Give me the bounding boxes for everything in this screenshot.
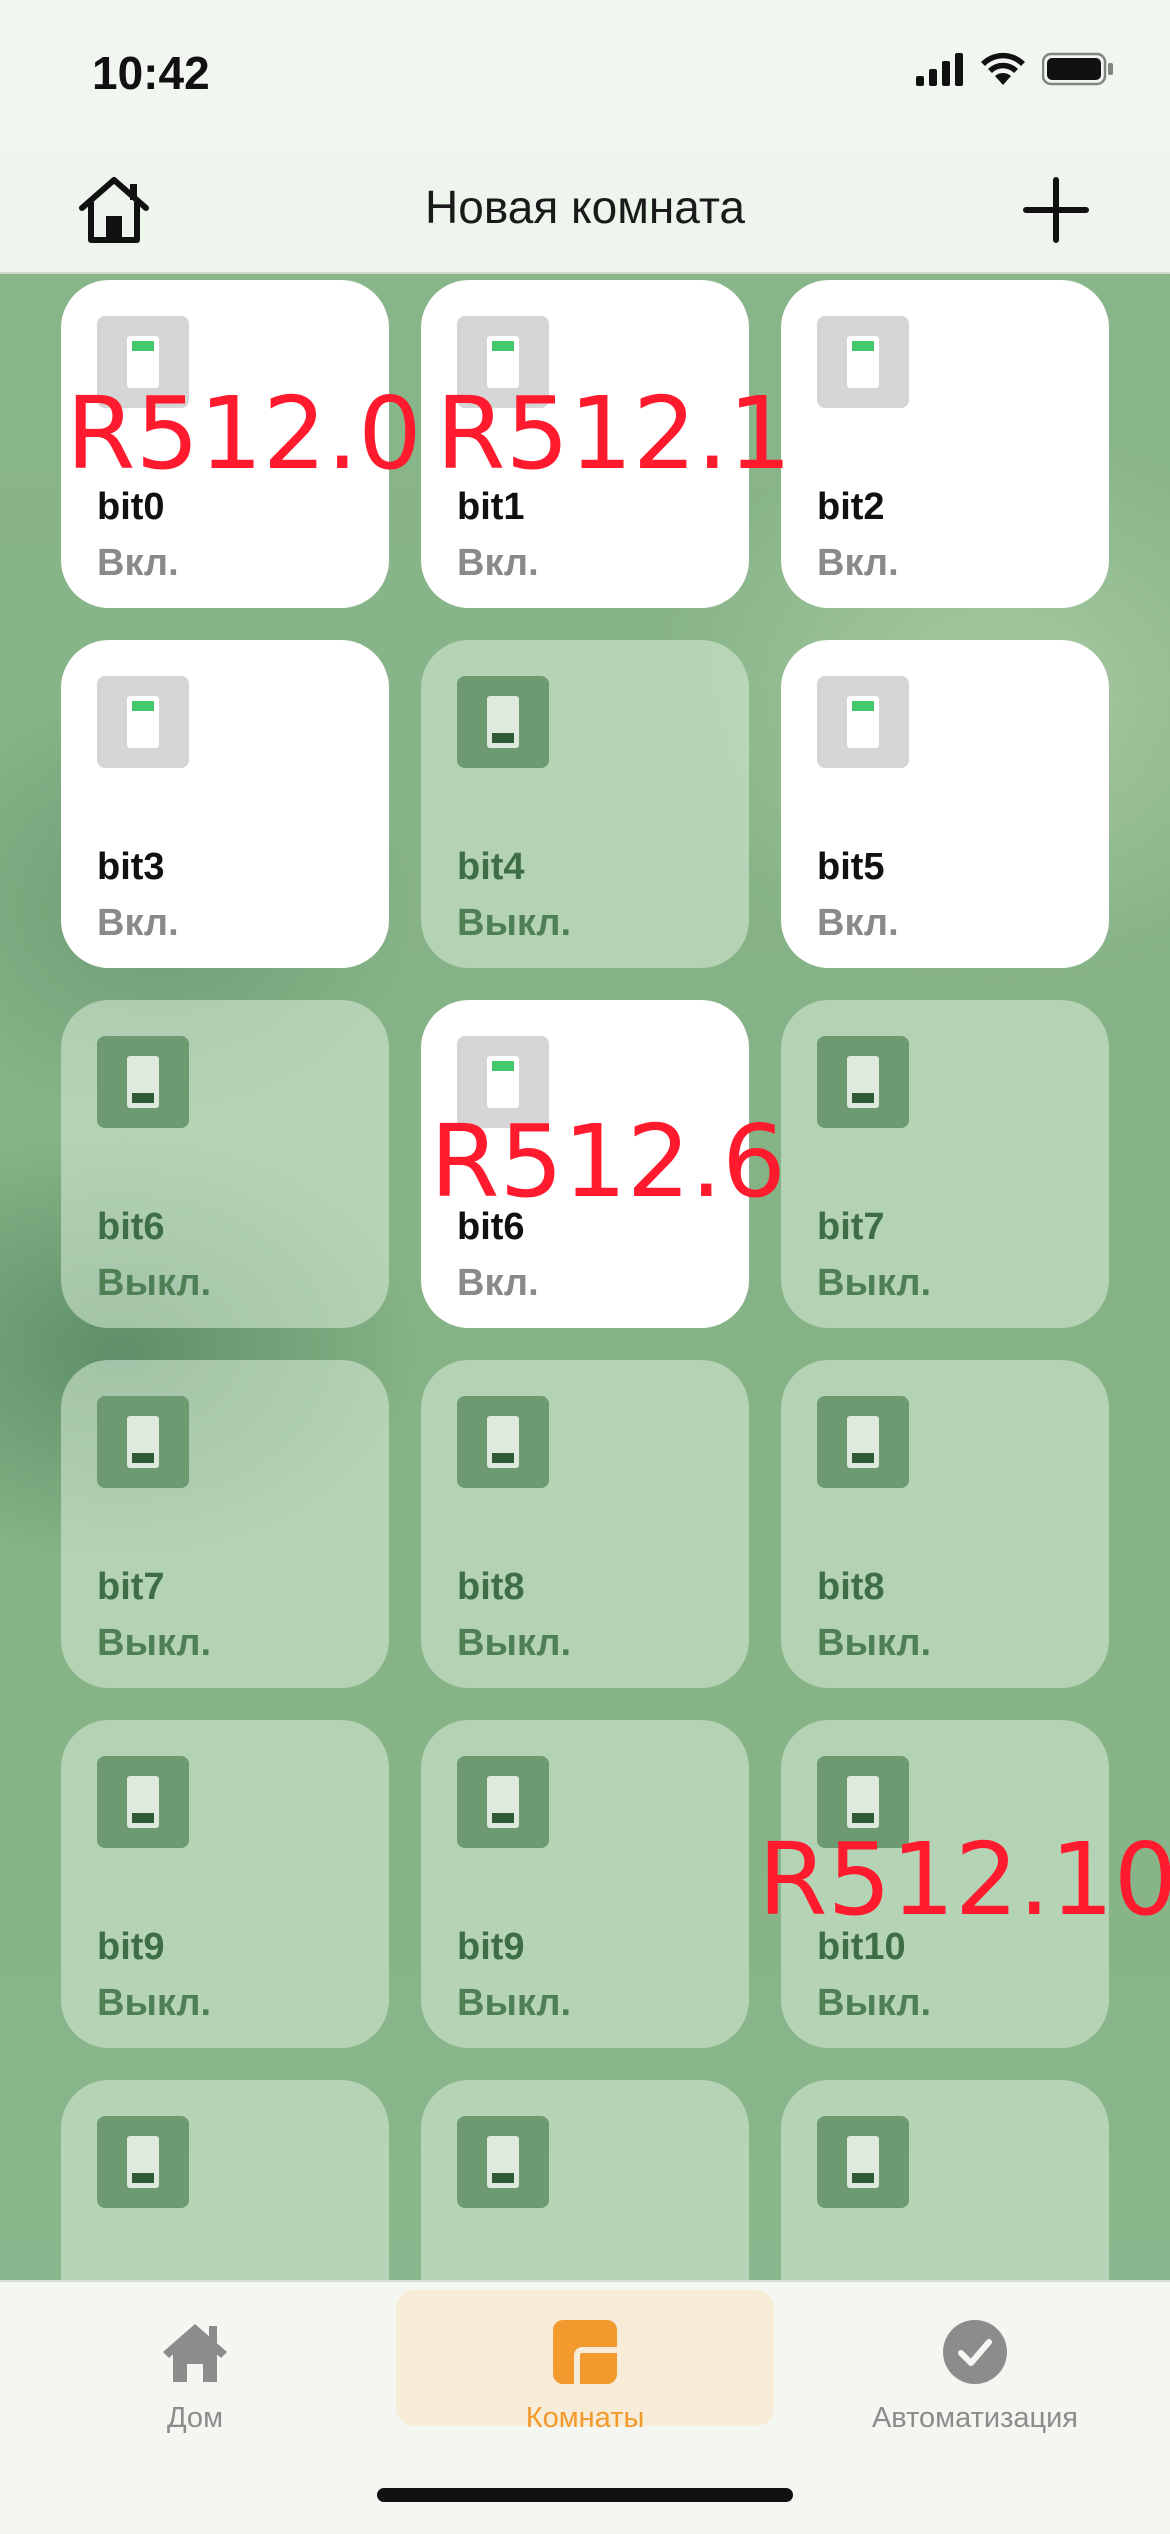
status-bar: 10:42 [0,0,1170,150]
home-indicator[interactable] [377,2488,793,2502]
accessory-grid: bit0 Вкл. bit1 Вкл. bit2 Вкл. bit3 Вкл. … [0,272,1170,2280]
tile-state: Вкл. [457,1262,539,1304]
light-switch-icon [817,1036,909,1128]
tile-state: Вкл. [817,902,899,944]
tile-state: Выкл. [97,1262,212,1304]
status-time: 10:42 [92,47,210,99]
automation-icon [943,2320,1007,2384]
tile-name: bit1 [457,486,525,528]
navigation-bar: Новая комната [0,150,1170,274]
accessory-tile[interactable]: bit5 Вкл. [781,640,1109,968]
battery-icon [1042,52,1113,86]
tab-label: Автоматизация [871,2402,1079,2434]
light-switch-icon [457,1756,549,1848]
plus-icon [1023,177,1089,243]
cellular-signal-icon [916,53,963,86]
light-switch-icon [97,1756,189,1848]
add-button[interactable] [1018,172,1094,248]
tile-name: bit4 [457,846,525,888]
light-switch-icon [817,676,909,768]
tab-automation[interactable]: Автоматизация [780,2290,1170,2434]
light-switch-icon [457,1396,549,1488]
tile-name: bit8 [457,1566,525,1608]
accessory-tile[interactable]: bit8 Выкл. [421,1360,749,1688]
address-annotation: R512.0 [66,375,422,492]
accessory-tile[interactable]: bit7 Выкл. [781,1000,1109,1328]
tab-home[interactable]: Дом [0,2290,390,2434]
accessory-tile[interactable]: bit8 Выкл. [781,1360,1109,1688]
tile-name: bit9 [457,1926,525,1968]
tab-label: Дом [166,2402,224,2434]
tile-state: Выкл. [457,902,572,944]
tile-state: Выкл. [97,1982,212,2024]
light-switch-icon [97,676,189,768]
rooms-icon [553,2320,617,2384]
light-switch-icon [97,1396,189,1488]
house-icon [163,2324,227,2382]
tab-label: Комнаты [525,2402,645,2434]
tile-state: Выкл. [817,1622,932,1664]
tile-state: Выкл. [817,1262,932,1304]
tile-state: Выкл. [457,1982,572,2024]
tile-name: bit9 [97,1926,165,1968]
accessory-tile[interactable]: bit9 Выкл. [61,1720,389,2048]
accessory-tile[interactable] [421,2080,749,2280]
tile-name: bit7 [97,1566,165,1608]
tile-state: Выкл. [97,1622,212,1664]
light-switch-icon [817,1396,909,1488]
accessory-tile[interactable]: bit2 Вкл. [781,280,1109,608]
accessory-tile[interactable] [781,2080,1109,2280]
light-switch-icon [97,1036,189,1128]
tile-state: Вкл. [457,542,539,584]
tile-state: Выкл. [457,1622,572,1664]
tile-state: Вкл. [97,902,179,944]
tile-state: Вкл. [97,542,179,584]
accessory-tile[interactable] [61,2080,389,2280]
tile-name: bit0 [97,486,165,528]
tile-name: bit3 [97,846,165,888]
accessory-tile[interactable]: bit9 Выкл. [421,1720,749,2048]
tile-name: bit8 [817,1566,885,1608]
accessory-tile[interactable]: bit4 Выкл. [421,640,749,968]
tile-name: bit2 [817,486,885,528]
accessory-tile[interactable]: bit7 Выкл. [61,1360,389,1688]
light-switch-icon [457,2116,549,2208]
light-switch-icon [97,2116,189,2208]
tile-name: bit5 [817,846,885,888]
light-switch-icon [457,676,549,768]
tile-state: Вкл. [817,542,899,584]
tile-name: bit6 [97,1206,165,1248]
accessory-tile[interactable]: bit3 Вкл. [61,640,389,968]
light-switch-icon [817,316,909,408]
tile-name: bit7 [817,1206,885,1248]
address-annotation: R512.1 [436,375,792,492]
page-title: Новая комната [425,181,745,233]
address-annotation: R512.6 [430,1103,786,1220]
status-icons [916,52,1114,86]
wifi-icon [981,52,1025,85]
light-switch-icon [817,2116,909,2208]
address-annotation: R512.10 [758,1821,1170,1938]
tile-state: Выкл. [817,1982,932,2024]
tab-rooms[interactable]: Комнаты [396,2290,774,2434]
accessory-tile[interactable]: bit6 Выкл. [61,1000,389,1328]
